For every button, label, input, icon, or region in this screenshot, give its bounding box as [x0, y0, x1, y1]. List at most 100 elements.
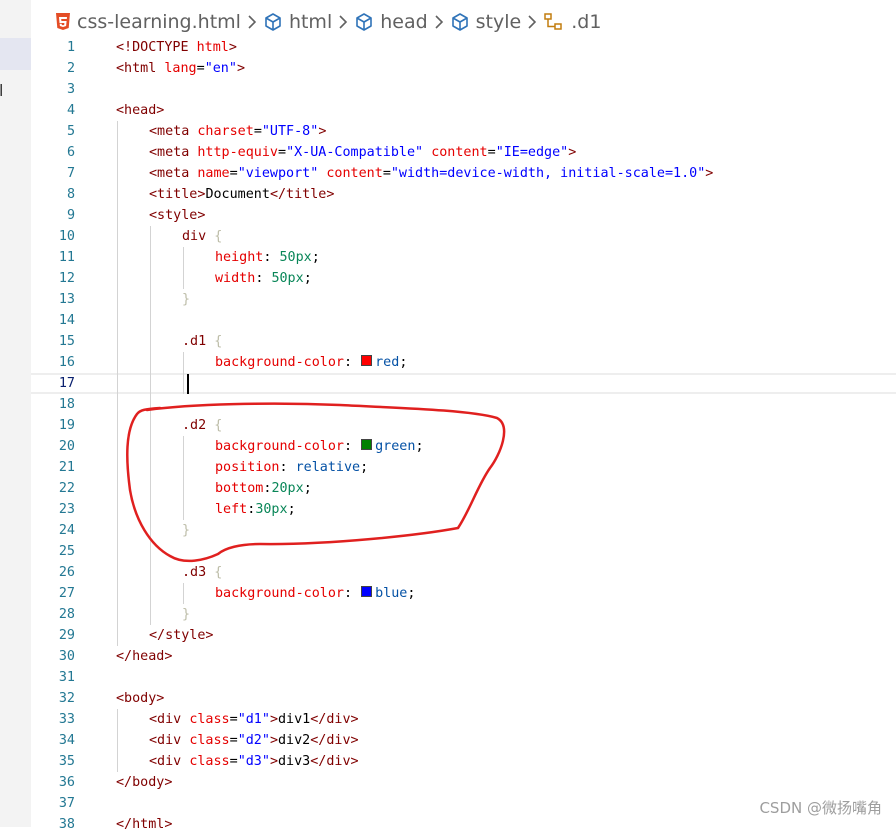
code-line[interactable]: 7 <meta name="viewport" content="width=de… [31, 163, 896, 184]
code-token: green [375, 439, 416, 454]
indent-guide [150, 373, 151, 394]
indent-guide [183, 247, 184, 268]
indent-guide [150, 352, 151, 373]
code-token: div1 [278, 712, 311, 727]
line-code: </body> [116, 772, 172, 793]
code-line[interactable]: 12 width: 50px; [31, 268, 896, 289]
indent-guide [150, 415, 151, 436]
code-token: </body> [116, 775, 173, 790]
code-line[interactable]: 34 <div class="d2">div2</div> [31, 730, 896, 751]
code-line[interactable]: 16 background-color: red; [31, 352, 896, 373]
code-line[interactable]: 27 background-color: blue; [31, 583, 896, 604]
indent-guide [117, 247, 118, 268]
color-swatch-icon[interactable] [361, 355, 373, 366]
color-swatch-icon[interactable] [361, 439, 373, 450]
line-number: 26 [58, 565, 75, 580]
code-line[interactable]: 8 <title>Document</title> [31, 184, 896, 205]
indent-guide [117, 184, 118, 205]
indent-guide [150, 541, 151, 562]
code-line[interactable]: 36 </body> [31, 772, 896, 793]
code-token: : [255, 271, 272, 286]
code-line[interactable]: 35 <div class="d3">div3</div> [31, 751, 896, 772]
breadcrumb-item[interactable]: style [450, 11, 522, 33]
code-line[interactable]: 22 bottom:20px; [31, 478, 896, 499]
code-line[interactable]: 28} [31, 604, 896, 625]
code-line[interactable]: 14 [31, 310, 896, 331]
code-line[interactable]: 20 background-color: green; [31, 436, 896, 457]
code-line[interactable]: 33 <div class="d1">div1</div> [31, 709, 896, 730]
code-token: <title> [149, 187, 206, 202]
code-line[interactable]: 23 left:30px; [31, 499, 896, 520]
code-line[interactable]: 2 <html lang="en"> [31, 58, 896, 79]
line-code: <body> [116, 688, 164, 709]
breadcrumb-item[interactable]: head [354, 11, 428, 33]
chevron-right-icon [247, 14, 257, 30]
indent-guide [117, 478, 118, 499]
code-line[interactable]: 3 [31, 79, 896, 100]
code-token: "en" [204, 61, 237, 76]
code-token: <head> [116, 103, 165, 118]
sidebar-selected-item[interactable]: l [0, 38, 31, 100]
code-token: name [197, 166, 230, 181]
code-line[interactable]: 1 <!DOCTYPE html> [31, 37, 896, 58]
color-swatch-icon[interactable] [361, 586, 373, 597]
line-code: </style> [149, 625, 214, 646]
code-token: > [269, 733, 278, 748]
line-number: 16 [58, 355, 75, 370]
indent-guide [117, 268, 118, 289]
indent-guide [117, 751, 118, 772]
line-number: 11 [58, 250, 75, 265]
code-line[interactable]: 29 </style> [31, 625, 896, 646]
code-line[interactable]: 11 height: 50px; [31, 247, 896, 268]
code-token: "UTF-8" [261, 124, 319, 139]
code-token: 20px [271, 481, 304, 496]
code-line[interactable]: 31 [31, 667, 896, 688]
code-line[interactable]: 21 position: relative; [31, 457, 896, 478]
code-line[interactable]: 24} [31, 520, 896, 541]
code-line[interactable]: 25 [31, 541, 896, 562]
line-code: width: 50px; [215, 268, 312, 289]
line-number: 13 [58, 292, 75, 307]
breadcrumb-label: style [475, 11, 522, 33]
breadcrumb-label: .d1 [571, 11, 602, 33]
line-code: <html lang="en"> [116, 58, 245, 79]
line-code: background-color: blue; [215, 583, 415, 604]
code-editor[interactable]: 1 <!DOCTYPE html> 2 <html lang="en"> 3 4 <head… [31, 37, 896, 832]
code-line[interactable]: 30 </head> [31, 646, 896, 667]
code-line[interactable]: 17 [31, 373, 896, 394]
code-line[interactable]: 18 [31, 394, 896, 415]
line-number: 32 [58, 691, 75, 706]
code-token: "d1" [237, 712, 270, 727]
code-line[interactable]: 26 .d3 { [31, 562, 896, 583]
code-line[interactable]: 19 .d2 { [31, 415, 896, 436]
code-line[interactable]: 15 .d1 { [31, 331, 896, 352]
breadcrumb-item[interactable]: .d1 [543, 11, 601, 33]
line-code: left:30px; [215, 499, 296, 520]
line-code: position: relative; [215, 457, 368, 478]
code-line[interactable]: 4 <head> [31, 100, 896, 121]
code-line[interactable]: 10 div { [31, 226, 896, 247]
indent-guide [117, 562, 118, 583]
code-line[interactable]: 9 <style> [31, 205, 896, 226]
line-code: } [182, 520, 190, 541]
code-token: : [263, 250, 280, 265]
breadcrumb-item[interactable]: css-learning.html [55, 11, 241, 33]
code-line[interactable]: 13} [31, 289, 896, 310]
indent-guide [117, 499, 118, 520]
line-code: bottom:20px; [215, 478, 312, 499]
indent-guide [117, 457, 118, 478]
code-line[interactable]: 6 <meta http-equiv="X-UA-Compatible" cont… [31, 142, 896, 163]
breadcrumb-item[interactable]: html [263, 11, 332, 33]
code-token: div2 [278, 733, 311, 748]
indent-guide [117, 289, 118, 310]
code-token: > [568, 145, 577, 160]
line-code: <title>Document</title> [149, 184, 334, 205]
code-token: div3 [278, 754, 311, 769]
code-line[interactable]: 5 <meta charset="UTF-8"> [31, 121, 896, 142]
code-token: > [236, 61, 245, 76]
code-line[interactable]: 32 <body> [31, 688, 896, 709]
code-token: = [229, 166, 238, 181]
code-token: } [182, 292, 191, 307]
breadcrumb-label: css-learning.html [77, 11, 241, 33]
